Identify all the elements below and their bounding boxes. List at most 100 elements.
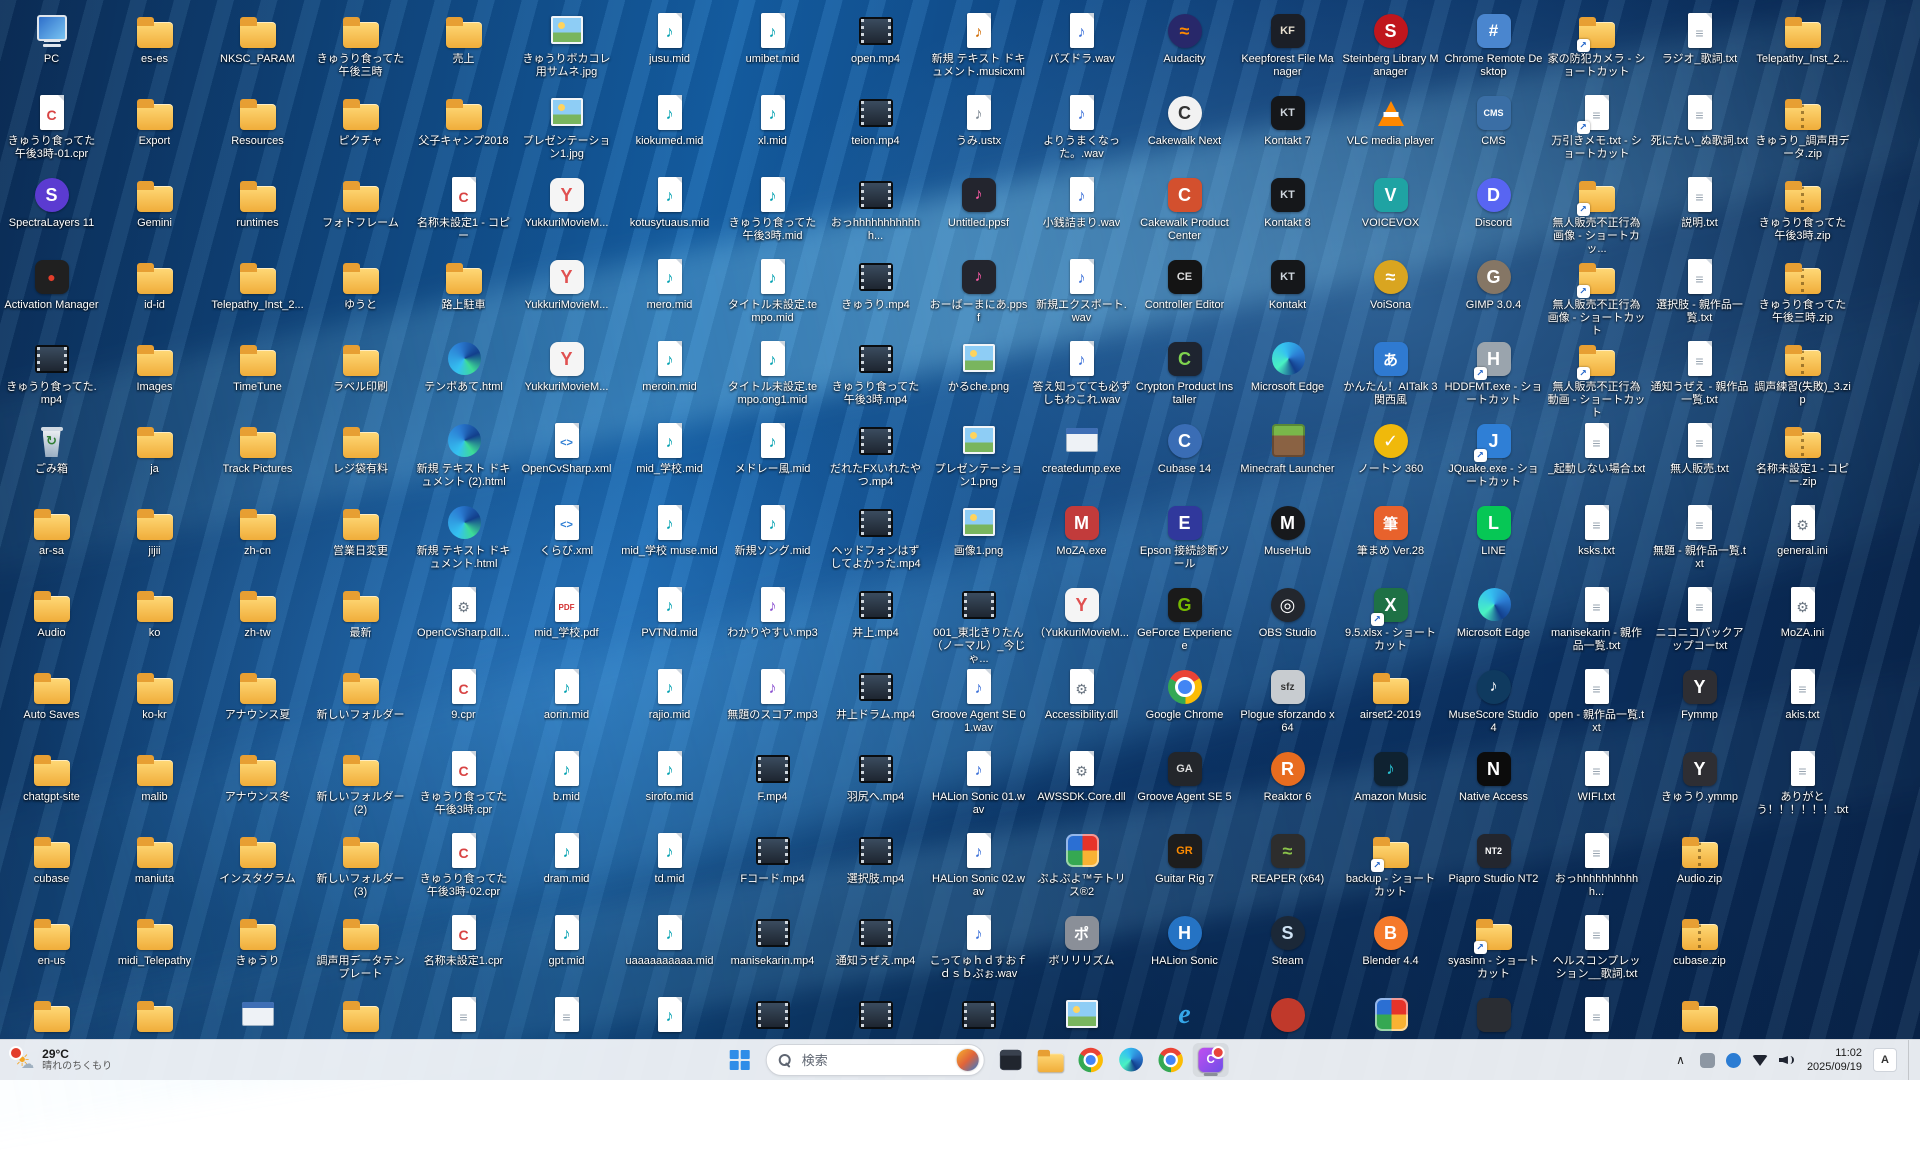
desktop-icon[interactable]: ♪mid_学校 muse.mid: [618, 500, 721, 582]
desktop-icon[interactable]: KTKontakt: [1236, 254, 1339, 336]
desktop-icon[interactable]: KFKeepforest File Manager: [1236, 8, 1339, 90]
desktop-icon[interactable]: ≡open - 親作品一覧.txt: [1545, 664, 1648, 746]
desktop-icon[interactable]: id-id: [103, 254, 206, 336]
desktop-icon[interactable]: ♪meroin.mid: [618, 336, 721, 418]
desktop-icon[interactable]: HHALion Sonic: [1133, 910, 1236, 992]
search-highlight-image[interactable]: [957, 1049, 979, 1071]
desktop-icon[interactable]: PDFmid_学校.pdf: [515, 582, 618, 664]
desktop-icon[interactable]: ♪おーばーまにあ.ppsf: [927, 254, 1030, 336]
desktop-icon[interactable]: ≡死にたい_ぬ歌詞.txt: [1648, 90, 1751, 172]
desktop-icon[interactable]: きゅうり食ってた午後3時.mp4: [824, 336, 927, 418]
desktop-icon[interactable]: 新しいフォルダー (2): [309, 746, 412, 828]
desktop-icon[interactable]: CEController Editor: [1133, 254, 1236, 336]
desktop-icon[interactable]: ≡ラジオ_歌詞.txt: [1648, 8, 1751, 90]
search-input[interactable]: [800, 1052, 949, 1069]
desktop-icon[interactable]: airset2-2019: [1339, 664, 1442, 746]
desktop-icon[interactable]: 新しいフォルダー: [309, 664, 412, 746]
desktop-icon[interactable]: ♪Groove Agent SE 01.wav: [927, 664, 1030, 746]
desktop-icon[interactable]: きゅうり: [206, 910, 309, 992]
desktop-icon[interactable]: ♪kiokumed.mid: [618, 90, 721, 172]
desktop-icon[interactable]: runtimes: [206, 172, 309, 254]
desktop-icon[interactable]: Resources: [206, 90, 309, 172]
taskbar-app-badged-app[interactable]: C: [1193, 1043, 1229, 1077]
desktop-icon[interactable]: Y（YukkuriMovieM...: [1030, 582, 1133, 664]
desktop-icon[interactable]: YFymmp: [1648, 664, 1751, 746]
desktop-icon[interactable]: 001_東北きりたん（ノーマル）_今じゃ...: [927, 582, 1030, 664]
desktop-icon[interactable]: C名称未設定1.cpr: [412, 910, 515, 992]
desktop-icon[interactable]: DDiscord: [1442, 172, 1545, 254]
desktop-icon[interactable]: maniuta: [103, 828, 206, 910]
desktop-icon[interactable]: ♪新規ソング.mid: [721, 500, 824, 582]
desktop-icon[interactable]: H↗HDDFMT.exe - ショートカット: [1442, 336, 1545, 418]
desktop-icon[interactable]: manisekarin.mp4: [721, 910, 824, 992]
desktop-icon[interactable]: teion.mp4: [824, 90, 927, 172]
desktop-icon[interactable]: [927, 992, 1030, 1040]
desktop-icon[interactable]: SSteam: [1236, 910, 1339, 992]
wifi-icon[interactable]: [1752, 1055, 1768, 1066]
desktop-icon[interactable]: ♪タイトル未設定.tempo.mid: [721, 254, 824, 336]
desktop-icon[interactable]: CCrypton Product Installer: [1133, 336, 1236, 418]
desktop-icon[interactable]: ≡akis.txt: [1751, 664, 1854, 746]
desktop-icon[interactable]: プレゼンテーション1.png: [927, 418, 1030, 500]
desktop-icon[interactable]: GGIMP 3.0.4: [1442, 254, 1545, 336]
desktop-icon[interactable]: きゅうり食ってた午後3時.zip: [1751, 172, 1854, 254]
desktop-icon[interactable]: TimeTune: [206, 336, 309, 418]
desktop-icon[interactable]: sfzPlogue sforzando x64: [1236, 664, 1339, 746]
ime-indicator[interactable]: A: [1873, 1048, 1897, 1072]
desktop-icon[interactable]: SSpectraLayers 11: [0, 172, 103, 254]
desktop-icon[interactable]: ぷよぷよ™テトリス®2: [1030, 828, 1133, 910]
desktop-icon[interactable]: MMoZA.exe: [1030, 500, 1133, 582]
desktop-icon[interactable]: ↗家の防犯カメラ - ショートカット: [1545, 8, 1648, 90]
desktop-icon[interactable]: あかんたん！AITalk 3 関西風: [1339, 336, 1442, 418]
desktop-icon[interactable]: きゅうり食ってた午後三時.zip: [1751, 254, 1854, 336]
desktop-icon[interactable]: 新規 テキスト ドキュメント.html: [412, 500, 515, 582]
desktop-icon[interactable]: CCubase 14: [1133, 418, 1236, 500]
desktop-icon[interactable]: NT2Piapro Studio NT2: [1442, 828, 1545, 910]
tray-clock[interactable]: 11:02 2025/09/19: [1807, 1046, 1862, 1075]
desktop-icon[interactable]: ≡ニコニコバックアップコーtxt: [1648, 582, 1751, 664]
taskbar-app-file-explorer[interactable]: [1033, 1043, 1069, 1077]
desktop-icon[interactable]: ⚙OpenCvSharp.dll...: [412, 582, 515, 664]
desktop-icon[interactable]: テンポあて.html: [412, 336, 515, 418]
desktop-icon[interactable]: CMSCMS: [1442, 90, 1545, 172]
weather-widget[interactable]: ☀☁ 29°C 晴れのちくもり: [4, 1040, 122, 1080]
desktop-icon[interactable]: フォトフレーム: [309, 172, 412, 254]
desktop-icon[interactable]: ♪b.mid: [515, 746, 618, 828]
desktop-icon[interactable]: ♪kotusytuaus.mid: [618, 172, 721, 254]
desktop-icon[interactable]: ↗backup - ショートカット: [1339, 828, 1442, 910]
desktop-icon[interactable]: YYukkuriMovieM...: [515, 172, 618, 254]
desktop-icon[interactable]: VLC media player: [1339, 90, 1442, 172]
show-desktop-button[interactable]: [1908, 1040, 1914, 1080]
desktop-icon[interactable]: ♪Amazon Music: [1339, 746, 1442, 828]
desktop-icon[interactable]: J↗JQuake.exe - ショートカット: [1442, 418, 1545, 500]
desktop-icon[interactable]: Telepathy_Inst_2...: [206, 254, 309, 336]
desktop-icon[interactable]: ピクチャ: [309, 90, 412, 172]
desktop-icon[interactable]: ◎OBS Studio: [1236, 582, 1339, 664]
desktop-icon[interactable]: ko-kr: [103, 664, 206, 746]
desktop-icon[interactable]: ↻ごみ箱: [0, 418, 103, 500]
desktop-icon[interactable]: ≡ヘルスコンプレッション__歌詞.txt: [1545, 910, 1648, 992]
desktop-icon[interactable]: LLINE: [1442, 500, 1545, 582]
desktop-icon[interactable]: NNative Access: [1442, 746, 1545, 828]
desktop-icon[interactable]: Minecraft Launcher: [1236, 418, 1339, 500]
desktop-icon[interactable]: きゅうり.mp4: [824, 254, 927, 336]
desktop-icon[interactable]: [1648, 992, 1751, 1040]
desktop-icon[interactable]: ♪mero.mid: [618, 254, 721, 336]
taskbar-app-google-chrome-2[interactable]: [1153, 1043, 1189, 1077]
desktop-icon[interactable]: ≈Audacity: [1133, 8, 1236, 90]
desktop-icon[interactable]: ⚙Accessibility.dll: [1030, 664, 1133, 746]
desktop-icon[interactable]: ♪よりうまくなった。.wav: [1030, 90, 1133, 172]
desktop-icon[interactable]: ♪新規エクスポート.wav: [1030, 254, 1133, 336]
desktop-icon[interactable]: [1339, 992, 1442, 1040]
desktop-icon[interactable]: ♪dram.mid: [515, 828, 618, 910]
desktop-icon[interactable]: アナウンス夏: [206, 664, 309, 746]
desktop-icon[interactable]: <>くらび.xml: [515, 500, 618, 582]
desktop-icon[interactable]: ♪PVTNd.mid: [618, 582, 721, 664]
desktop-icon[interactable]: 新しいフォルダー (3): [309, 828, 412, 910]
desktop-icon[interactable]: Fコード.mp4: [721, 828, 824, 910]
desktop-icon[interactable]: ♪メドレー風.mid: [721, 418, 824, 500]
desktop-icon[interactable]: ♪無題のスコア.mp3: [721, 664, 824, 746]
desktop-icon[interactable]: かるche.png: [927, 336, 1030, 418]
desktop-icon[interactable]: 画像1.png: [927, 500, 1030, 582]
desktop-icon[interactable]: Microsoft Edge: [1442, 582, 1545, 664]
